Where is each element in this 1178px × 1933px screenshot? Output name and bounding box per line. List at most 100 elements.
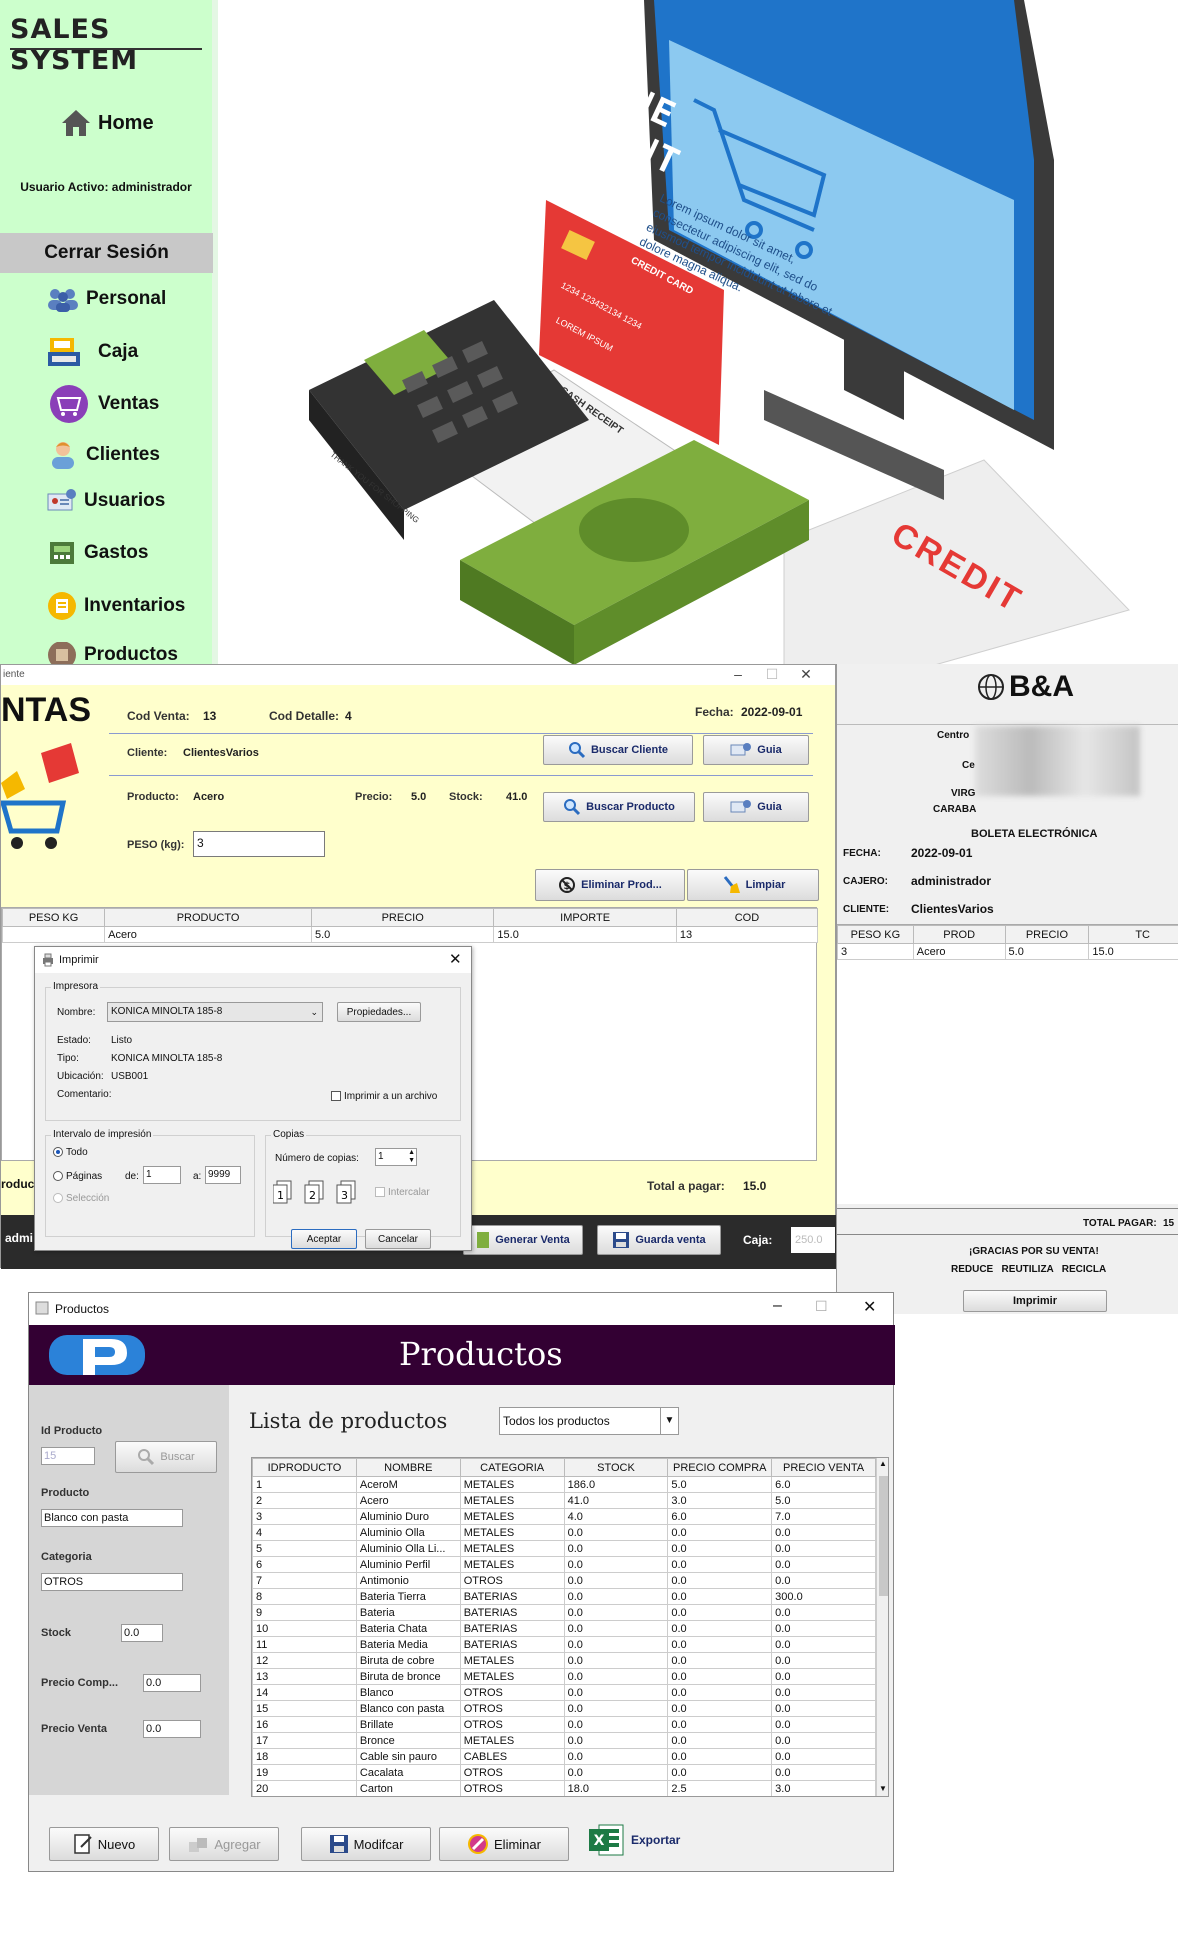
table-row[interactable]: Acero 5.0 15.0 13 (1, 926, 819, 943)
scroll-up-icon[interactable]: ▲ (879, 1459, 887, 1468)
maximize-button[interactable]: ☐ (815, 1298, 828, 1315)
guia-cliente-button[interactable]: Guia (703, 735, 809, 765)
table-row[interactable]: 12 Biruta de cobre METALES 0.0 0.0 0.0 (252, 1652, 876, 1669)
table-row[interactable]: 3 Aluminio Duro METALES 4.0 6.0 7.0 (252, 1508, 876, 1525)
stock-field-input[interactable]: 0.0 (121, 1624, 163, 1642)
buscar-producto-button[interactable]: Buscar Producto (543, 792, 695, 822)
close-button[interactable]: ✕ (793, 665, 819, 685)
column-header[interactable]: PRECIO (1004, 925, 1090, 944)
printer-select[interactable]: KONICA MINOLTA 185-8 ⌄ (107, 1002, 323, 1022)
table-row[interactable]: 10 Bateria Chata BATERIAS 0.0 0.0 0.0 (252, 1620, 876, 1637)
table-row[interactable]: 7 Antimonio OTROS 0.0 0.0 0.0 (252, 1572, 876, 1589)
table-row[interactable]: 8 Bateria Tierra BATERIAS 0.0 0.0 300.0 (252, 1588, 876, 1605)
copies-spinner[interactable]: 1 ▲ ▼ (375, 1148, 417, 1166)
sidebar-item-caja[interactable]: Caja (46, 336, 138, 368)
sidebar-item-clientes[interactable]: Clientes (46, 440, 160, 470)
boleta-table[interactable]: PESO KG PROD PRECIO TC 3 Acero 5.0 15.0 (837, 924, 1178, 1204)
peso-input[interactable]: 3 (193, 831, 325, 857)
printer-icon (43, 953, 53, 967)
a-input[interactable]: 9999 (205, 1166, 241, 1184)
range-paginas-radio[interactable]: Páginas (53, 1171, 102, 1182)
column-header[interactable]: PRECIO (310, 908, 495, 927)
table-row[interactable]: 9 Bateria BATERIAS 0.0 0.0 0.0 (252, 1604, 876, 1621)
column-header[interactable]: TC (1088, 925, 1178, 944)
table-cell: 0.0 (563, 1524, 669, 1541)
logout-button[interactable]: Cerrar Sesión (0, 233, 213, 273)
table-row[interactable]: 4 Aluminio Olla METALES 0.0 0.0 0.0 (252, 1524, 876, 1541)
table-row[interactable]: 17 Bronce METALES 0.0 0.0 0.0 (252, 1732, 876, 1749)
exportar-button[interactable]: X Exportar (589, 1823, 680, 1857)
table-row[interactable]: 6 Aluminio Perfil METALES 0.0 0.0 0.0 (252, 1556, 876, 1573)
nuevo-button[interactable]: Nuevo (49, 1827, 159, 1861)
table-row[interactable]: 3 Acero 5.0 15.0 (837, 943, 1178, 960)
sidebar-item-usuarios[interactable]: Usuarios (46, 488, 165, 514)
column-header[interactable]: CATEGORIA (459, 1458, 565, 1477)
product-filter-select[interactable]: Todos los productos ▼ (499, 1407, 679, 1435)
precio-compra-input[interactable]: 0.0 (143, 1674, 201, 1692)
table-row[interactable]: 15 Blanco con pasta OTROS 0.0 0.0 0.0 (252, 1700, 876, 1717)
range-seleccion-radio[interactable]: Selección (53, 1193, 109, 1204)
aceptar-button[interactable]: Aceptar (291, 1229, 357, 1249)
table-row[interactable]: 14 Blanco OTROS 0.0 0.0 0.0 (252, 1684, 876, 1701)
categoria-input[interactable]: OTROS (41, 1573, 183, 1591)
products-table[interactable]: IDPRODUCTO NOMBRE CATEGORIA STOCK PRECIO COM… (251, 1457, 889, 1797)
column-header[interactable]: IDPRODUCTO (252, 1458, 357, 1477)
properties-button[interactable]: Propiedades... (337, 1002, 421, 1022)
limpiar-button[interactable]: Limpiar (687, 869, 819, 901)
table-row[interactable]: 19 Cacalata OTROS 0.0 0.0 0.0 (252, 1764, 876, 1781)
maximize-button[interactable]: ☐ (759, 665, 785, 685)
column-header[interactable]: PESO KG (1, 908, 106, 927)
column-header[interactable]: PROD (912, 925, 1006, 944)
column-header[interactable]: PRODUCTO (104, 908, 312, 927)
sidebar-item-inventarios[interactable]: Inventarios (46, 590, 185, 622)
producto-field-input[interactable]: Blanco con pasta (41, 1509, 183, 1527)
imprimir-button[interactable]: Imprimir (963, 1290, 1107, 1312)
table-cell: 4 (252, 1524, 357, 1541)
scroll-down-icon[interactable]: ▼ (879, 1784, 887, 1793)
scrollbar-thumb[interactable] (879, 1476, 888, 1596)
column-header[interactable]: STOCK (563, 1458, 669, 1477)
intercalar-checkbox[interactable]: Intercalar (375, 1187, 430, 1198)
table-row[interactable]: 13 Biruta de bronce METALES 0.0 0.0 0.0 (252, 1668, 876, 1685)
print-to-file-checkbox[interactable]: Imprimir a un archivo (331, 1091, 437, 1102)
minimize-button[interactable]: – (773, 1297, 782, 1315)
guarda-venta-button[interactable]: Guarda venta (597, 1225, 721, 1255)
home-button[interactable]: Home (60, 108, 154, 138)
table-row[interactable]: 16 Brillate OTROS 0.0 0.0 0.0 (252, 1716, 876, 1733)
table-row[interactable]: 11 Bateria Media BATERIAS 0.0 0.0 0.0 (252, 1636, 876, 1653)
generar-venta-button[interactable]: Generar Venta (463, 1225, 583, 1255)
buscar-cliente-button[interactable]: Buscar Cliente (543, 735, 693, 765)
id-producto-input[interactable]: 15 (41, 1447, 95, 1465)
eliminar-button[interactable]: Eliminar (439, 1827, 569, 1861)
cancelar-button[interactable]: Cancelar (365, 1229, 431, 1249)
precio-venta-input[interactable]: 0.0 (143, 1720, 201, 1738)
column-header[interactable]: NOMBRE (355, 1458, 461, 1477)
sidebar-item-ventas[interactable]: Ventas (46, 384, 159, 424)
table-row[interactable]: 5 Aluminio Olla Li... METALES 0.0 0.0 0.0 (252, 1540, 876, 1557)
de-input[interactable]: 1 (143, 1166, 181, 1184)
range-todo-radio[interactable]: Todo (53, 1147, 88, 1158)
column-header[interactable]: COD (675, 908, 819, 927)
buscar-button[interactable]: Buscar (115, 1441, 217, 1473)
eliminar-producto-button[interactable]: $ Eliminar Prod... (535, 869, 685, 901)
minimize-button[interactable]: – (725, 665, 751, 685)
table-row[interactable]: 20 Carton OTROS 18.0 2.5 3.0 (252, 1780, 876, 1796)
table-cell: AceroM (355, 1476, 461, 1493)
column-header[interactable]: IMPORTE (493, 908, 677, 927)
agregar-button[interactable]: Agregar (169, 1827, 279, 1861)
table-scrollbar[interactable]: ▲ ▼ (876, 1458, 888, 1796)
column-header[interactable]: PESO KG (837, 925, 914, 944)
table-row[interactable]: 2 Acero METALES 41.0 3.0 5.0 (252, 1492, 876, 1509)
sidebar-item-personal[interactable]: Personal (46, 286, 166, 312)
table-row[interactable]: 1 AceroM METALES 186.0 5.0 6.0 (252, 1476, 876, 1493)
table-row[interactable]: 21CristalOTROS0.00.00.0 (253, 1797, 876, 1798)
table-row[interactable]: 18 Cable sin pauro CABLES 0.0 0.0 0.0 (252, 1748, 876, 1765)
guia-producto-button[interactable]: Guia (703, 792, 809, 822)
column-header[interactable]: PRECIO COMPRA (667, 1458, 773, 1477)
close-button[interactable]: ✕ (863, 1297, 876, 1317)
modificar-button[interactable]: Modifcar (301, 1827, 431, 1861)
column-header[interactable]: PRECIO VENTA (771, 1458, 876, 1477)
caja-value-field[interactable]: 250.0 (791, 1227, 835, 1253)
close-button[interactable]: ✕ (449, 950, 462, 968)
sidebar-item-gastos[interactable]: Gastos (46, 538, 148, 568)
